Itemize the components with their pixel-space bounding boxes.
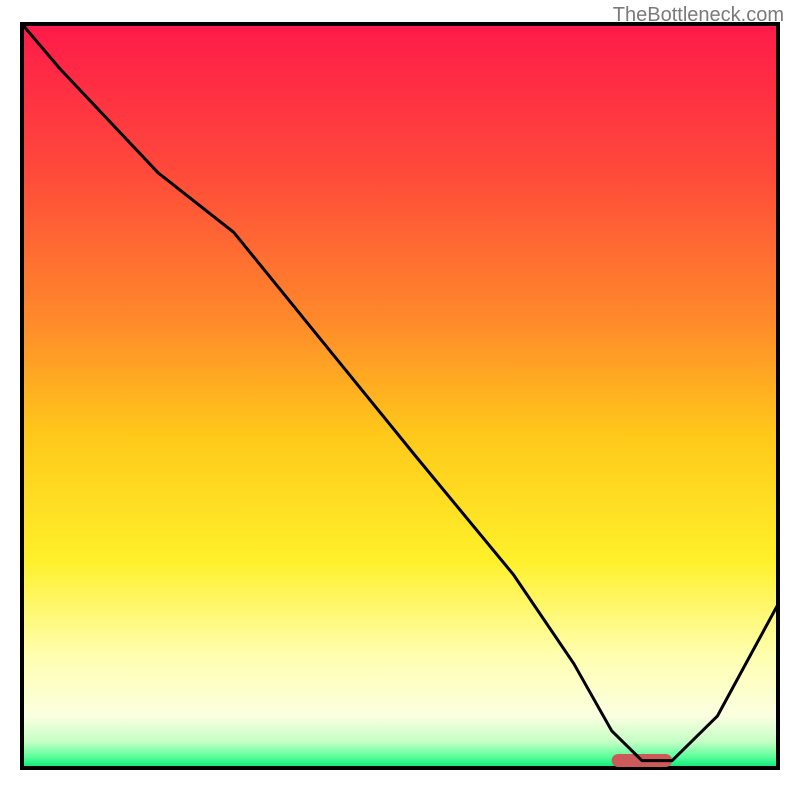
- bottleneck-chart: [20, 22, 780, 770]
- gradient-background: [22, 24, 778, 768]
- watermark-text: TheBottleneck.com: [613, 4, 784, 27]
- chart-canvas: [20, 22, 780, 770]
